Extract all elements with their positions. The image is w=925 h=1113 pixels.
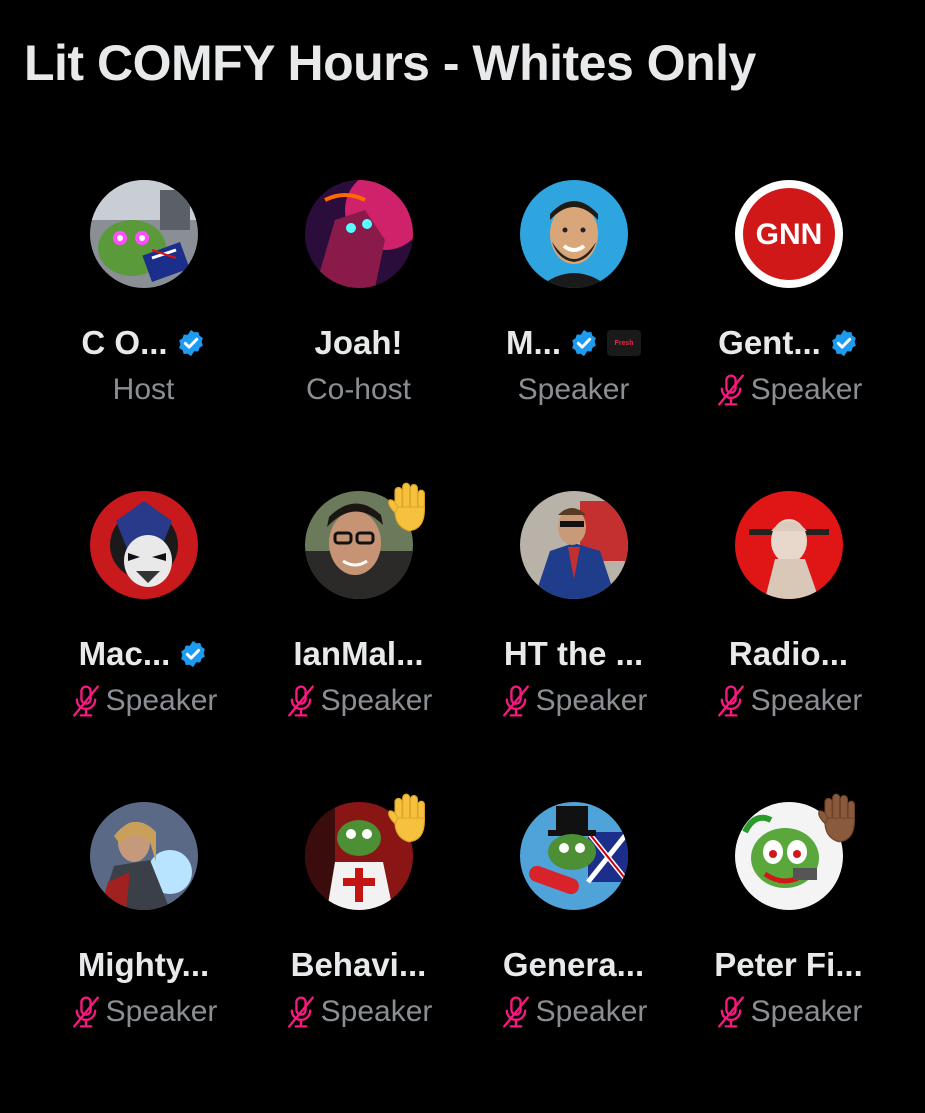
participant-role: Speaker	[517, 373, 630, 406]
participant-tile[interactable]: Joah! Co-host	[251, 180, 466, 491]
affiliate-badge-icon: Fresh	[607, 330, 641, 356]
participant-role: Speaker	[535, 684, 648, 717]
participant-role: Speaker	[535, 995, 648, 1028]
participant-role: Speaker	[105, 684, 218, 717]
participant-tile[interactable]: M... Fresh Speaker	[466, 180, 681, 491]
participant-tile[interactable]: Behavi... Speaker	[251, 793, 466, 1113]
participant-tile[interactable]: HT the ... Speaker	[466, 491, 681, 802]
participant-name: HT the ...	[503, 635, 644, 672]
muted-mic-icon	[715, 373, 747, 407]
raised-hand-icon	[381, 790, 437, 846]
gnn-logo-text: GNN	[755, 218, 822, 251]
participant-name: C O...	[81, 324, 168, 361]
participant-name: Radio...	[728, 635, 849, 672]
participant-name: IanMal...	[293, 635, 424, 672]
muted-mic-icon	[70, 995, 102, 1029]
neon-eyes-avatar[interactable]	[304, 180, 413, 288]
raised-hand-icon	[811, 790, 867, 846]
participant-tile[interactable]: Genera... Speaker	[466, 802, 681, 1113]
participant-tile[interactable]: GNN Gent... Speaker	[681, 180, 896, 491]
verified-badge-icon	[569, 328, 599, 358]
participant-tile[interactable]: IanMal... Speaker	[251, 482, 466, 802]
mask-avatar[interactable]	[89, 491, 198, 599]
verified-badge-icon	[176, 328, 206, 358]
participant-tile[interactable]: Peter Fi... Speaker	[681, 793, 896, 1113]
participant-role: Speaker	[105, 995, 218, 1028]
participant-role: Speaker	[750, 373, 863, 406]
participant-role: Speaker	[750, 995, 863, 1028]
participant-role: Speaker	[320, 995, 433, 1028]
muted-mic-icon	[715, 684, 747, 718]
participant-tile[interactable]: C O... Host	[36, 180, 251, 491]
participant-role: Speaker	[750, 684, 863, 717]
participant-name: Mac...	[78, 635, 171, 672]
pepe-flag-avatar[interactable]	[89, 180, 198, 288]
participant-name: Genera...	[502, 946, 645, 983]
participant-name: Mighty...	[77, 946, 210, 983]
statue-red-avatar[interactable]	[734, 491, 843, 599]
raised-hand-icon	[381, 479, 437, 535]
suited-man-avatar[interactable]	[519, 491, 628, 599]
verified-badge-icon	[178, 639, 208, 669]
participant-tile[interactable]: Mac... Speaker	[36, 491, 251, 802]
muted-mic-icon	[500, 684, 532, 718]
participant-name: Peter Fi...	[714, 946, 863, 983]
verified-badge-icon	[829, 328, 859, 358]
cartoon-man-avatar[interactable]	[519, 180, 628, 288]
participant-role: Speaker	[320, 684, 433, 717]
participant-role: Co-host	[305, 373, 412, 406]
muted-mic-icon	[500, 995, 532, 1029]
space-title: Lit COMFY Hours - Whites Only	[24, 35, 756, 91]
participant-name: M...	[506, 324, 561, 361]
participant-name: Gent...	[718, 324, 821, 361]
participant-tile[interactable]: Radio... Speaker	[681, 491, 896, 802]
participant-tile[interactable]: Mighty... Speaker	[36, 802, 251, 1113]
participant-name: Behavi...	[290, 946, 427, 983]
muted-mic-icon	[285, 684, 317, 718]
participant-role: Host	[112, 373, 175, 406]
participant-name: Joah!	[314, 324, 403, 361]
participant-grid: C O... Host Joah! Co-host M... Fresh Spe…	[36, 180, 896, 1113]
pepe-tophat-avatar[interactable]	[519, 802, 628, 910]
muted-mic-icon	[715, 995, 747, 1029]
thor-avatar[interactable]	[89, 802, 198, 910]
muted-mic-icon	[70, 684, 102, 718]
gnn-logo-avatar[interactable]: GNN	[734, 180, 843, 288]
muted-mic-icon	[285, 995, 317, 1029]
